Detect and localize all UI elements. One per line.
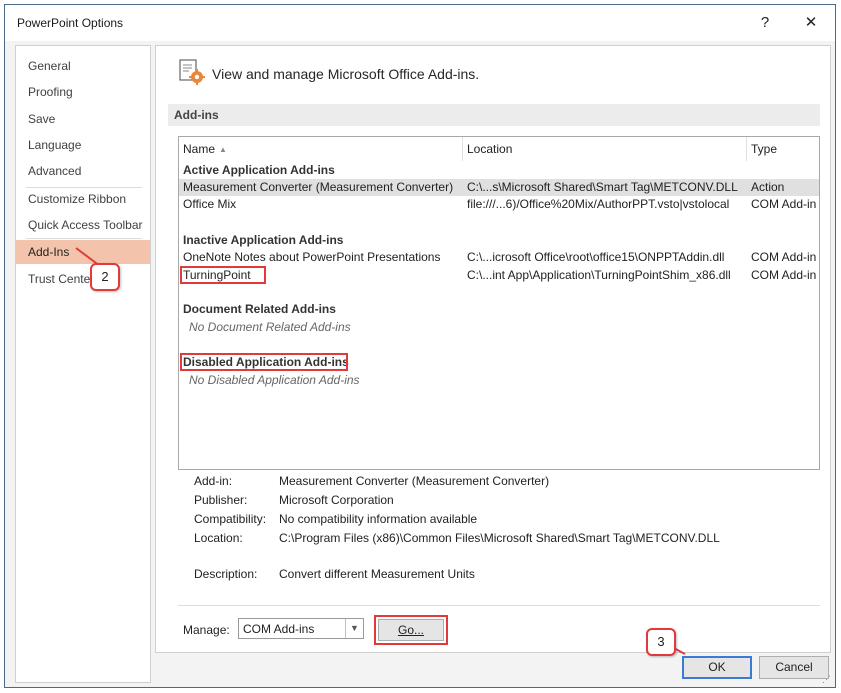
group-inactive-title: Inactive Application Add-ins: [183, 233, 344, 247]
document-empty-text: No Document Related Add-ins: [189, 320, 351, 334]
detail-label-addin: Add-in:: [194, 474, 233, 488]
nav-item-add-ins[interactable]: Add-Ins: [16, 240, 150, 264]
close-icon[interactable]: ✕: [797, 11, 825, 35]
section-title: Add-ins: [174, 108, 219, 122]
table-row[interactable]: Office Mix file:///...6)/Office%20Mix/Au…: [179, 196, 819, 213]
column-header-type[interactable]: Type: [747, 137, 819, 161]
nav-item-advanced[interactable]: Advanced: [16, 159, 150, 183]
sort-ascending-icon: ▲: [219, 145, 227, 154]
nav-divider: [26, 238, 142, 239]
addins-panel: View and manage Microsoft Office Add-ins…: [155, 45, 831, 653]
row-location: C:\...int App\Application\TurningPointSh…: [467, 268, 731, 282]
help-icon[interactable]: ?: [751, 11, 779, 35]
detail-label-location: Location:: [194, 531, 243, 545]
row-name: Measurement Converter (Measurement Conve…: [183, 180, 454, 194]
nav-item-quick-access-toolbar[interactable]: Quick Access Toolbar: [16, 213, 150, 237]
powerpoint-options-dialog: PowerPoint Options ? ✕ General Proofing …: [4, 4, 836, 688]
chevron-down-icon[interactable]: ▼: [345, 619, 363, 638]
row-type: COM Add-in: [751, 268, 817, 282]
disabled-empty-text: No Disabled Application Add-ins: [189, 373, 360, 387]
row-name: OneNote Notes about PowerPoint Presentat…: [183, 250, 441, 264]
detail-value-publisher: Microsoft Corporation: [279, 493, 394, 507]
manage-selected-value: COM Add-ins: [243, 622, 315, 636]
addins-list[interactable]: Name ▲ Location Type Active Application A…: [178, 136, 820, 470]
group-active-title: Active Application Add-ins: [183, 163, 335, 177]
column-name-label: Name: [183, 142, 216, 156]
row-location: C:\...icrosoft Office\root\office15\ONPP…: [467, 250, 725, 264]
nav-item-general[interactable]: General: [16, 54, 150, 78]
group-document-title: Document Related Add-ins: [183, 302, 336, 316]
column-header-location[interactable]: Location: [463, 137, 747, 161]
options-nav: General Proofing Save Language Advanced …: [15, 45, 151, 683]
resize-grip-icon[interactable]: ⋰: [822, 674, 832, 684]
row-type: COM Add-in: [751, 250, 817, 264]
footer-divider: [178, 605, 820, 606]
nav-item-customize-ribbon[interactable]: Customize Ribbon: [16, 187, 150, 211]
detail-label-description: Description:: [194, 567, 258, 581]
callout-badge-3: 3: [646, 628, 676, 656]
detail-label-publisher: Publisher:: [194, 493, 248, 507]
row-location: file:///...6)/Office%20Mix/AuthorPPT.vst…: [467, 197, 730, 211]
nav-item-language[interactable]: Language: [16, 133, 150, 157]
table-row[interactable]: TurningPoint C:\...int App\Application\T…: [179, 267, 819, 284]
nav-item-proofing[interactable]: Proofing: [16, 80, 150, 104]
column-header-name[interactable]: Name ▲: [179, 137, 463, 161]
title-bar: PowerPoint Options ? ✕: [5, 5, 835, 41]
manage-dropdown[interactable]: COM Add-ins ▼: [238, 618, 364, 639]
manage-label: Manage:: [183, 623, 230, 637]
row-name: Office Mix: [183, 197, 237, 211]
ok-button[interactable]: OK: [682, 656, 752, 679]
callout-badge-2: 2: [90, 263, 120, 291]
nav-item-trust-center[interactable]: Trust Center: [16, 267, 150, 291]
section-header: Add-ins: [168, 104, 820, 126]
detail-value-addin: Measurement Converter (Measurement Conve…: [279, 474, 550, 488]
detail-value-location: C:\Program Files (x86)\Common Files\Micr…: [279, 531, 720, 545]
annotation-highlight-box: [180, 266, 266, 284]
detail-value-compatibility: No compatibility information available: [279, 512, 478, 526]
row-location: C:\...s\Microsoft Shared\Smart Tag\METCO…: [467, 180, 738, 194]
dialog-title: PowerPoint Options: [17, 16, 124, 30]
row-type: Action: [751, 180, 785, 194]
nav-item-save[interactable]: Save: [16, 107, 150, 131]
detail-label-compatibility: Compatibility:: [194, 512, 267, 526]
page-heading: View and manage Microsoft Office Add-ins…: [212, 66, 480, 82]
addins-gear-icon: [179, 59, 205, 85]
annotation-highlight-box: [180, 353, 348, 371]
table-row[interactable]: Measurement Converter (Measurement Conve…: [179, 179, 819, 196]
row-type: COM Add-in: [751, 197, 817, 211]
detail-value-description: Convert different Measurement Units: [279, 567, 475, 581]
annotation-highlight-box: [374, 615, 448, 645]
table-row[interactable]: OneNote Notes about PowerPoint Presentat…: [179, 249, 819, 266]
cancel-button[interactable]: Cancel: [759, 656, 829, 679]
